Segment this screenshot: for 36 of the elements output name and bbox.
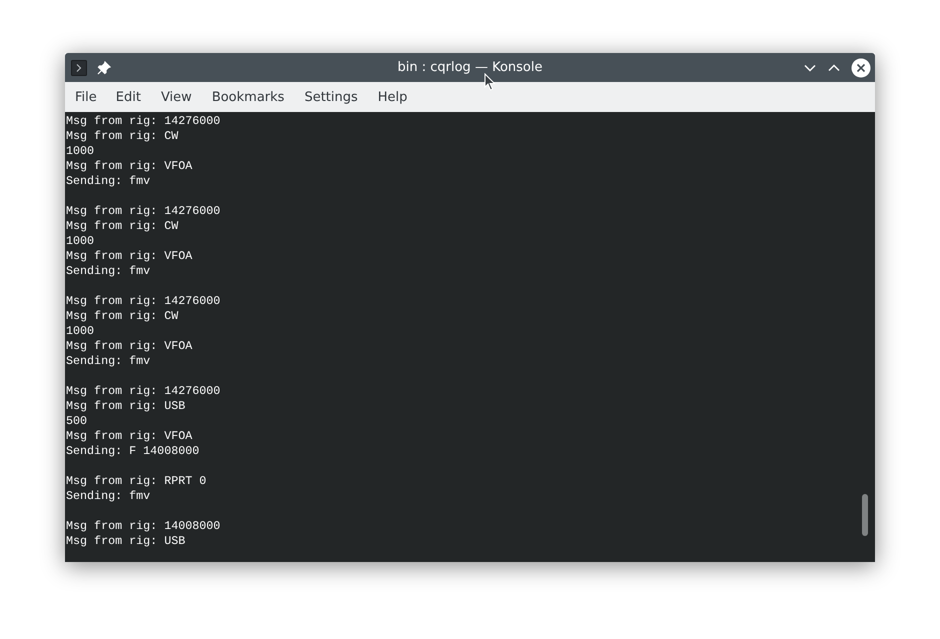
terminal-line: Msg from rig: VFOA <box>66 249 192 264</box>
terminal-line: Msg from rig: 14276000 <box>66 204 220 219</box>
terminal-line: Msg from rig: USB <box>66 399 186 414</box>
terminal-line: Msg from rig: 14276000 <box>66 114 220 129</box>
menu-item[interactable]: View <box>160 90 202 104</box>
terminal-line: Msg from rig: VFOA <box>66 429 192 444</box>
terminal-line: Msg from rig: 14276000 <box>66 294 220 309</box>
pin-icon[interactable] <box>97 60 111 74</box>
menu-item[interactable]: Edit <box>116 90 151 104</box>
scrollbar-thumb[interactable] <box>862 494 868 536</box>
menu-item[interactable]: Settings <box>304 90 368 104</box>
terminal-line: Sending: F 14008000 <box>66 444 200 459</box>
menu-item[interactable]: Bookmarks <box>212 90 294 104</box>
mouse-cursor-icon <box>484 73 496 91</box>
terminal-line: Msg from rig: VFOA <box>66 159 192 174</box>
terminal-line: Msg from rig: CW <box>66 129 178 144</box>
menu-item[interactable]: Help <box>378 90 418 104</box>
terminal-line: Sending: fmv <box>66 174 150 189</box>
terminal-line: 1000 <box>66 324 94 339</box>
terminal-line: Msg from rig: 14276000 <box>66 384 220 399</box>
terminal-line: Msg from rig: CW <box>66 309 178 324</box>
terminal-line: Msg from rig: USB <box>66 534 186 549</box>
terminal-line: Msg from rig: RPRT 0 <box>66 474 206 489</box>
terminal-icon[interactable] <box>71 60 87 76</box>
terminal-line: Msg from rig: CW <box>66 219 178 234</box>
terminal-line: Sending: fmv <box>66 264 150 279</box>
menu-item[interactable]: File <box>75 90 107 104</box>
terminal-line: Sending: fmv <box>66 354 150 369</box>
terminal-line: Msg from rig: 14008000 <box>66 519 220 534</box>
terminal-line: 1000 <box>66 234 94 249</box>
terminal-line: Sending: fmv <box>66 489 150 504</box>
close-icon[interactable] <box>851 58 871 78</box>
terminal-line: Msg from rig: VFOA <box>66 339 192 354</box>
window-title: bin : cqrlog — Konsole <box>398 60 542 75</box>
terminal-line: 1000 <box>66 144 94 159</box>
terminal-line: 500 <box>66 414 88 429</box>
